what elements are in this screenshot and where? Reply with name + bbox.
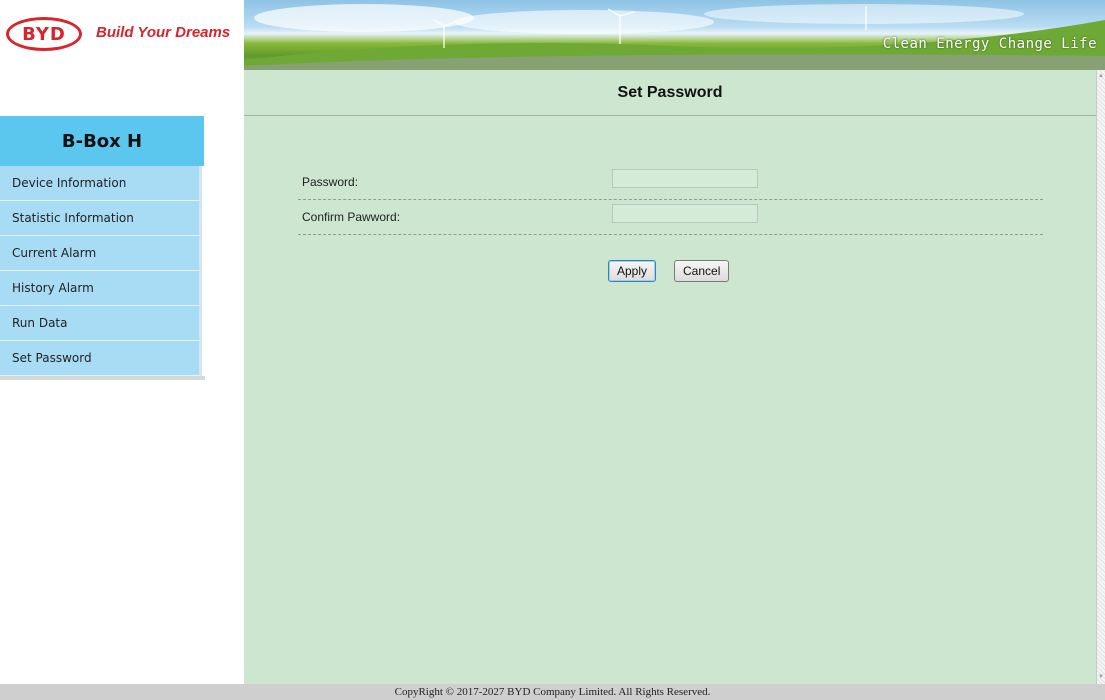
sidebar-item-run-data[interactable]: Run Data (0, 306, 202, 341)
copyright-text: CopyRight © 2017-2027 BYD Company Limite… (394, 686, 711, 698)
sidebar-item-current-alarm[interactable]: Current Alarm (0, 236, 202, 271)
sidebar-item-label: Run Data (12, 316, 68, 330)
sidebar-item-device-information[interactable]: Device Information (0, 166, 202, 201)
scroll-up-icon[interactable]: ▲ (1097, 72, 1105, 81)
confirm-password-label: Confirm Pawword: (302, 210, 401, 224)
byd-logo: BYD (6, 17, 82, 51)
sidebar-item-label: Current Alarm (12, 246, 97, 260)
sidebar-item-set-password[interactable]: Set Password (0, 341, 202, 376)
sidebar-item-history-alarm[interactable]: History Alarm (0, 271, 202, 306)
password-input[interactable] (612, 169, 758, 188)
brand-slogan: Build Your Dreams (96, 24, 231, 41)
confirm-password-input[interactable] (612, 204, 758, 223)
sidebar-divider (0, 376, 205, 380)
main-panel: Set Password Password: Confirm Pawword: … (244, 70, 1096, 684)
sidebar-item-label: Device Information (12, 176, 127, 190)
confirm-password-row: Confirm Pawword: (298, 200, 1043, 235)
device-title: B-Box H (0, 116, 204, 166)
sidebar-item-label: Statistic Information (12, 211, 134, 225)
scroll-down-icon[interactable]: ▼ (1097, 673, 1105, 682)
logo-text: BYD (22, 23, 66, 45)
banner-landscape-image (244, 4, 1105, 70)
logo-area: BYD Build Your Dreams (0, 0, 244, 70)
header-banner: Clean Energy Change Life (244, 0, 1105, 70)
cancel-button[interactable]: Cancel (674, 260, 730, 282)
page-title: Set Password (244, 70, 1096, 116)
sidebar-item-label: History Alarm (12, 281, 94, 295)
password-label: Password: (302, 175, 359, 189)
sidebar-item-label: Set Password (12, 351, 92, 365)
vertical-scrollbar[interactable]: ▲ ▼ (1096, 70, 1105, 684)
sidebar: B-Box H Device Information Statistic Inf… (0, 116, 205, 380)
sidebar-item-statistic-information[interactable]: Statistic Information (0, 201, 202, 236)
apply-button[interactable]: Apply (608, 260, 657, 282)
password-row: Password: (298, 165, 1043, 200)
banner-slogan: Clean Energy Change Life (882, 36, 1097, 52)
footer: CopyRight © 2017-2027 BYD Company Limite… (0, 684, 1105, 700)
